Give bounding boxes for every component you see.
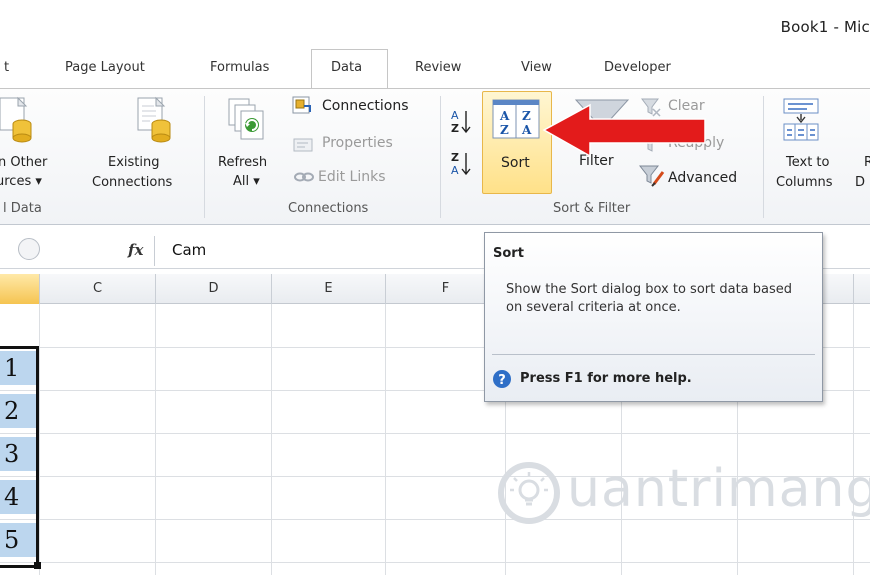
tooltip-description: Show the Sort dialog box to sort data ba… [506,282,793,315]
grid-line [0,433,870,434]
grid-line [155,304,156,575]
excel-window: Book1 - Mic t Page Layout Formulas Data … [0,0,870,575]
group-separator [204,96,205,218]
grid-line [39,304,40,575]
group-separator [440,96,441,218]
advanced-filter-icon[interactable] [638,164,666,190]
tab-view[interactable]: View [521,60,552,75]
help-icon: ? [493,370,511,388]
tab-review[interactable]: Review [415,60,461,75]
existing-connections-icon[interactable] [136,96,176,146]
watermark-text: uantrimang [567,459,870,519]
tooltip-title: Sort [493,246,524,261]
column-header-d[interactable]: D [156,274,272,304]
from-other-sources-label[interactable]: n Other [0,155,47,170]
grid-line [853,304,854,575]
tab-data[interactable]: Data [331,60,362,75]
formula-separator [154,236,155,266]
sort-a-to-z-icon[interactable]: A Z [450,108,474,136]
sort-icon: A Z Z A [492,99,540,139]
column-header-b[interactable] [0,274,40,304]
connections-group-label: Connections [288,201,369,216]
connections-button[interactable]: Connections [322,98,409,114]
grid-line [0,562,870,563]
svg-text:Z: Z [522,109,531,123]
database-icon [0,96,32,143]
tab-formulas[interactable]: Formulas [210,60,269,75]
remove-duplicates-label-2[interactable]: D [855,175,865,190]
fill-handle[interactable] [34,562,41,569]
sort-filter-group-label: Sort & Filter [553,201,631,216]
name-box-dropdown[interactable] [18,238,40,260]
title-bar [0,0,870,48]
properties-icon [293,138,313,152]
edit-links-icon [294,172,314,182]
column-header-e[interactable]: E [272,274,386,304]
tooltip-divider [492,354,815,355]
existing-connections-label-2[interactable]: Connections [92,175,172,190]
remove-duplicates-label[interactable]: R [864,155,870,170]
sort-label[interactable]: Sort [501,155,530,171]
window-title: Book1 - Mic [780,18,870,36]
column-header-c[interactable]: C [40,274,156,304]
existing-connections-label[interactable]: Existing [108,155,160,170]
formula-input[interactable]: Cam [172,241,206,259]
svg-text:Z: Z [451,151,459,164]
tooltip-help-text: Press F1 for more help. [520,371,692,386]
text-to-columns-label[interactable]: Text to [786,155,829,170]
grid-line [271,304,272,575]
sort-z-to-a-icon[interactable]: Z A [450,150,474,178]
svg-text:A: A [451,164,459,177]
refresh-all-icon[interactable] [228,98,268,144]
advanced-button[interactable]: Advanced [668,170,737,186]
grid-line [0,519,870,520]
group-separator [763,96,764,218]
grid-line [385,304,386,575]
watermark-logo-icon [498,462,560,524]
tab-page-layout[interactable]: Page Layout [65,60,145,75]
tab-developer[interactable]: Developer [604,60,671,75]
svg-text:Z: Z [451,122,459,135]
svg-text:A: A [451,109,459,122]
svg-text:?: ? [498,373,506,388]
edit-links-button[interactable]: Edit Links [318,169,386,185]
from-other-sources-label-2[interactable]: urces ▾ [0,174,42,189]
svg-text:A: A [521,123,532,137]
refresh-all-label-2[interactable]: All ▾ [233,174,260,189]
insert-function-icon[interactable]: fx [128,241,143,259]
text-to-columns-label-2[interactable]: Columns [776,175,833,190]
tab-insert[interactable]: t [4,60,9,75]
svg-text:Z: Z [500,123,509,137]
get-external-data-group-label: l Data [3,201,42,216]
annotation-arrow [542,103,706,158]
connections-icon[interactable] [292,96,314,116]
properties-button[interactable]: Properties [322,135,393,151]
text-to-columns-icon[interactable] [783,98,821,142]
refresh-all-label[interactable]: Refresh [218,155,267,170]
svg-text:A: A [499,109,510,123]
selection-border [0,346,39,568]
